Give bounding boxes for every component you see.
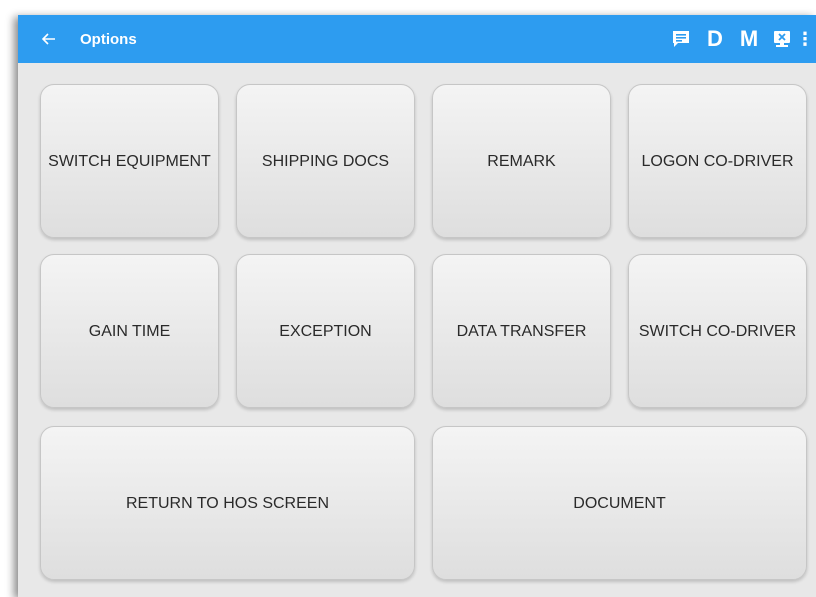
more-vert-icon[interactable]: ⋮ (796, 15, 814, 63)
message-icon (673, 31, 689, 47)
device-button[interactable] (766, 15, 798, 63)
shipping-docs-button[interactable]: SHIPPING DOCS (236, 84, 415, 238)
data-transfer-button[interactable]: DATA TRANSFER (432, 254, 611, 408)
device-disconnected-icon (774, 31, 790, 47)
return-to-hos-screen-button[interactable]: RETURN TO HOS SCREEN (40, 426, 415, 580)
logon-co-driver-button[interactable]: LOGON CO-DRIVER (628, 84, 807, 238)
m-status-button[interactable]: M (732, 15, 766, 63)
switch-equipment-button[interactable]: SWITCH EQUIPMENT (40, 84, 219, 238)
d-status-button[interactable]: D (698, 15, 732, 63)
app-window: Options D M ⋮ SWITCH EQUIPMENT SHIPPING … (18, 15, 816, 597)
exception-button[interactable]: EXCEPTION (236, 254, 415, 408)
message-button[interactable] (664, 15, 698, 63)
appbar-actions: D M ⋮ (664, 15, 814, 63)
document-button[interactable]: DOCUMENT (432, 426, 807, 580)
arrow-left-icon (42, 33, 55, 45)
back-button[interactable] (24, 15, 74, 63)
gain-time-button[interactable]: GAIN TIME (40, 254, 219, 408)
switch-co-driver-button[interactable]: SWITCH CO-DRIVER (628, 254, 807, 408)
app-bar: Options D M ⋮ (18, 15, 816, 63)
page-title: Options (80, 30, 137, 48)
remark-button[interactable]: REMARK (432, 84, 611, 238)
